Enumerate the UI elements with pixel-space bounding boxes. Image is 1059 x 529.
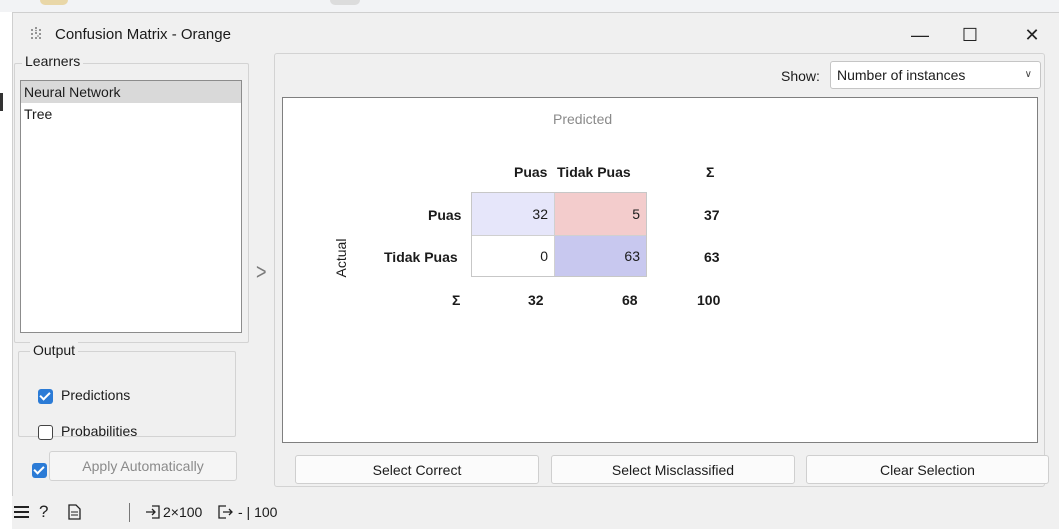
window-title: Confusion Matrix - Orange [55, 26, 231, 43]
background-shape [40, 0, 68, 5]
background-shape [330, 0, 360, 5]
column-header-tidak-puas: Tidak Puas [557, 164, 631, 180]
learner-item-tree[interactable]: Tree [21, 103, 241, 125]
clear-selection-button[interactable]: Clear Selection [806, 455, 1049, 484]
probabilities-checkbox[interactable] [38, 425, 53, 440]
title-bar[interactable]: Confusion Matrix - Orange — ☐ ✕ [13, 13, 1059, 57]
output-group-label: Output [30, 342, 79, 358]
actual-axis-label: Actual [333, 238, 349, 278]
chevron-down-icon: ∨ [1024, 69, 1032, 80]
show-dropdown[interactable]: Number of instances ∨ [830, 61, 1041, 89]
learners-list[interactable]: Neural Network Tree [20, 80, 242, 333]
input-summary: 2×100 [163, 504, 203, 520]
column-header-sum: Σ [706, 164, 715, 180]
predictions-label: Predictions [61, 387, 131, 403]
input-icon [146, 505, 160, 519]
maximize-button[interactable]: ☐ [947, 13, 993, 57]
row-header-tidak-puas: Tidak Puas [384, 249, 458, 265]
learner-item-neural-network[interactable]: Neural Network [21, 81, 241, 103]
status-bar: ? 2×100 - | 100 [12, 496, 1059, 529]
select-correct-button[interactable]: Select Correct [295, 455, 539, 484]
learners-group-label: Learners [22, 53, 84, 69]
background-edge [0, 93, 3, 111]
apply-button[interactable]: Apply Automatically [49, 451, 237, 481]
app-icon [31, 27, 41, 39]
close-button[interactable]: ✕ [1009, 13, 1055, 57]
show-dropdown-value: Number of instances [837, 67, 966, 83]
background-strip [0, 0, 1059, 12]
confusion-matrix-view [282, 97, 1038, 443]
grand-total: 100 [697, 292, 721, 308]
show-label: Show: [781, 68, 820, 84]
report-icon[interactable] [68, 504, 81, 520]
output-icon [218, 505, 233, 519]
select-misclassified-button[interactable]: Select Misclassified [551, 455, 795, 484]
menu-icon[interactable] [14, 505, 30, 519]
row-header-puas: Puas [428, 207, 462, 223]
column-sum-puas: 32 [528, 292, 544, 308]
chevron-right-icon[interactable]: > [256, 259, 267, 286]
row-header-sum: Σ [452, 292, 461, 308]
column-header-puas: Puas [514, 164, 548, 180]
status-separator [129, 503, 130, 522]
output-summary: - | 100 [238, 504, 278, 520]
apply-automatically-checkbox[interactable] [32, 463, 47, 478]
probabilities-label: Probabilities [61, 423, 138, 439]
matrix-grid-line [472, 235, 646, 236]
row-sum-puas: 37 [704, 207, 720, 223]
help-icon[interactable]: ? [39, 502, 48, 522]
predicted-axis-label: Predicted [553, 111, 613, 127]
column-sum-tidak-puas: 68 [622, 292, 638, 308]
predictions-checkbox[interactable] [38, 389, 53, 404]
row-sum-tidak-puas: 63 [704, 249, 720, 265]
minimize-button[interactable]: — [897, 13, 943, 57]
